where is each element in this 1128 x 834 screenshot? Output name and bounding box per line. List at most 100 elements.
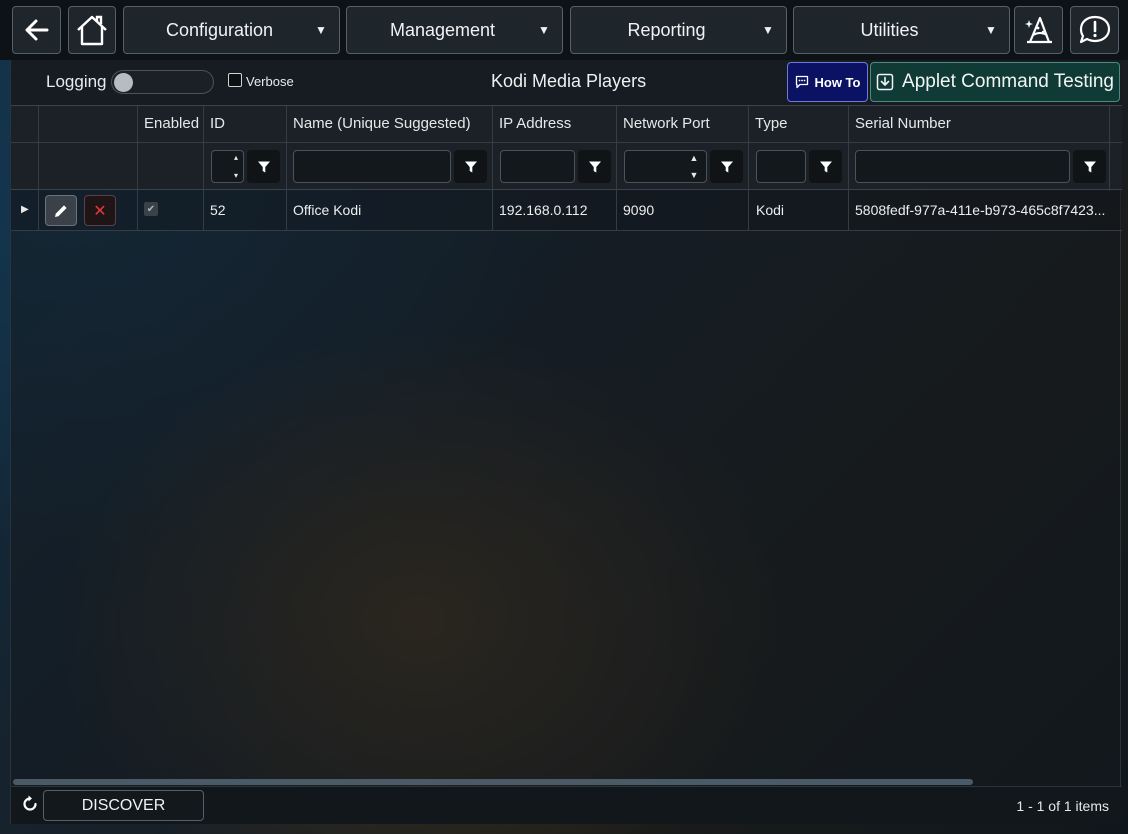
cell-id: 52 xyxy=(210,202,226,218)
filter-icon xyxy=(720,161,733,172)
caret-down-icon: ▼ xyxy=(538,23,550,37)
expand-row-caret-icon[interactable]: ▶ xyxy=(21,204,29,215)
column-divider xyxy=(492,190,493,231)
pencil-icon xyxy=(55,204,67,217)
port-filter-input[interactable]: ▲ ▼ xyxy=(624,150,707,183)
column-divider xyxy=(848,106,849,191)
filter-icon xyxy=(464,161,477,172)
menu-management-label: Management xyxy=(389,19,496,40)
logging-toggle[interactable] xyxy=(111,70,214,94)
name-filter-input[interactable] xyxy=(293,150,451,183)
number-spinner[interactable]: ▲ ▼ xyxy=(684,153,704,180)
column-divider xyxy=(203,106,204,191)
column-divider xyxy=(748,106,749,191)
how-to-button[interactable]: How To xyxy=(787,62,868,102)
id-filter-button[interactable] xyxy=(247,150,280,183)
table-row[interactable]: ▶ ✕ ✔ 52 Office Kodi 192.168.0.112 9090 … xyxy=(11,190,1122,231)
caret-down-icon: ▼ xyxy=(985,23,997,37)
column-divider xyxy=(1109,106,1110,191)
cell-serial-number: 5808fedf-977a-411e-b973-465c8f7423... xyxy=(855,202,1106,218)
cell-network-port: 9090 xyxy=(623,202,655,218)
feedback-button[interactable] xyxy=(1070,6,1119,54)
column-header-id[interactable]: ID xyxy=(210,115,225,132)
column-divider xyxy=(848,190,849,231)
horizontal-scrollbar[interactable] xyxy=(13,779,973,785)
delete-row-button[interactable]: ✕ xyxy=(84,195,116,226)
caret-down-icon: ▼ xyxy=(762,23,774,37)
ip-filter-button[interactable] xyxy=(578,150,611,183)
wizard-hat-icon xyxy=(1024,16,1052,44)
wizard-button[interactable] xyxy=(1014,6,1063,54)
column-divider xyxy=(286,190,287,231)
type-filter-button[interactable] xyxy=(809,150,842,183)
column-header-network-port[interactable]: Network Port xyxy=(623,115,710,132)
column-divider xyxy=(38,106,39,191)
menu-configuration-label: Configuration xyxy=(165,19,274,40)
close-x-icon: ✕ xyxy=(93,202,107,220)
column-divider xyxy=(492,106,493,191)
grid-body: ▶ ✕ ✔ 52 Office Kodi 192.168.0.112 9090 … xyxy=(11,190,1122,779)
back-button[interactable] xyxy=(12,6,61,54)
column-header-name[interactable]: Name (Unique Suggested) xyxy=(293,115,471,132)
grid-footer: DISCOVER 1 - 1 of 1 items xyxy=(11,786,1122,824)
menu-management[interactable]: Management ▼ xyxy=(346,6,563,54)
panel-toolbar: Logging Verbose Kodi Media Players How T… xyxy=(11,60,1122,105)
cell-type: Kodi xyxy=(756,202,785,218)
column-divider xyxy=(38,190,39,231)
cell-ip-address: 192.168.0.112 xyxy=(499,202,588,218)
filter-icon xyxy=(819,161,832,172)
how-to-label: How To xyxy=(814,74,861,90)
column-header-ip-address[interactable]: IP Address xyxy=(499,115,571,132)
grid-header: Enabled ID Name (Unique Suggested) IP Ad… xyxy=(11,105,1122,191)
menu-reporting[interactable]: Reporting ▼ xyxy=(570,6,787,54)
menu-utilities[interactable]: Utilities ▼ xyxy=(793,6,1010,54)
arrow-left-icon xyxy=(25,19,48,41)
caret-down-icon: ▼ xyxy=(315,23,327,37)
chat-bubble-icon xyxy=(795,75,808,89)
column-divider xyxy=(748,190,749,231)
type-filter-input[interactable] xyxy=(756,150,806,183)
column-header-type[interactable]: Type xyxy=(755,115,788,132)
refresh-button[interactable] xyxy=(21,795,39,818)
column-divider xyxy=(203,190,204,231)
cell-name: Office Kodi xyxy=(293,202,362,218)
enabled-checkbox[interactable]: ✔ xyxy=(144,202,158,216)
edit-row-button[interactable] xyxy=(45,195,77,226)
filter-icon xyxy=(588,161,601,172)
menu-utilities-label: Utilities xyxy=(860,19,919,40)
serial-filter-button[interactable] xyxy=(1073,150,1106,183)
applet-command-testing-label: Applet Command Testing xyxy=(902,71,1114,92)
home-button[interactable] xyxy=(68,6,116,54)
filter-icon xyxy=(257,161,270,172)
serial-filter-input[interactable] xyxy=(855,150,1070,183)
applet-command-testing-button[interactable]: Applet Command Testing xyxy=(870,62,1120,102)
refresh-icon xyxy=(23,795,37,811)
logging-label: Logging xyxy=(46,72,107,91)
filter-row-divider xyxy=(11,142,1122,143)
name-filter-button[interactable] xyxy=(454,150,487,183)
ip-filter-input[interactable] xyxy=(500,150,575,183)
port-filter-button[interactable] xyxy=(710,150,743,183)
home-icon xyxy=(77,15,107,46)
checkmark-icon: ✔ xyxy=(146,203,156,215)
id-filter-input[interactable]: ▴ ▾ xyxy=(211,150,244,183)
column-divider xyxy=(616,190,617,231)
pager-info: 1 - 1 of 1 items xyxy=(1016,798,1109,814)
main-panel: Logging Verbose Kodi Media Players How T… xyxy=(10,60,1122,824)
discover-button[interactable]: DISCOVER xyxy=(43,790,204,821)
menu-reporting-label: Reporting xyxy=(627,19,706,40)
alert-speech-bubble-icon xyxy=(1079,15,1110,44)
toggle-knob xyxy=(114,73,133,92)
number-spinner[interactable]: ▴ ▾ xyxy=(231,153,241,180)
download-box-icon xyxy=(876,73,894,91)
menu-configuration[interactable]: Configuration ▼ xyxy=(123,6,340,54)
verbose-label: Verbose xyxy=(246,74,294,89)
top-navigation: Configuration ▼ Management ▼ Reporting ▼… xyxy=(0,0,1128,60)
column-header-enabled[interactable]: Enabled xyxy=(144,115,199,132)
page-title: Kodi Media Players xyxy=(491,71,647,91)
column-divider xyxy=(286,106,287,191)
column-divider xyxy=(616,106,617,191)
verbose-checkbox[interactable] xyxy=(228,73,242,87)
column-header-serial-number[interactable]: Serial Number xyxy=(855,115,951,132)
column-divider xyxy=(137,106,138,191)
